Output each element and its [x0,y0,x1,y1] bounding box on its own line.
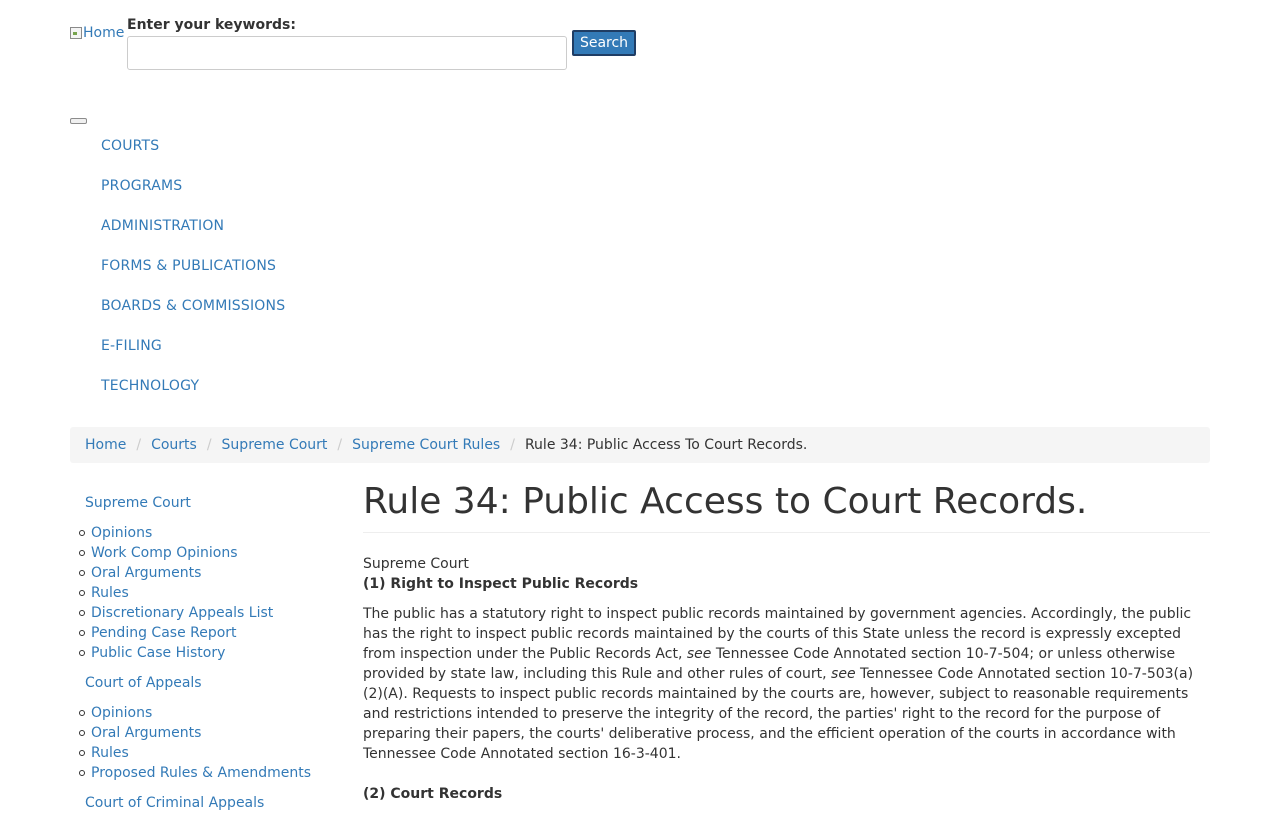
sidebar-link-pending-case-report[interactable]: Pending Case Report [91,625,237,641]
search-input[interactable] [127,36,567,70]
nav-item-boards-commissions: BOARDS & COMMISSIONS [101,296,285,336]
breadcrumb-separator: / [510,437,515,453]
main-content: Rule 34: Public Access to Court Records.… [363,480,1210,804]
sidebar-group-court-of-appeals: Court of Appeals Opinions Oral Arguments… [70,673,340,783]
breadcrumb-separator: / [206,437,212,453]
nav-link-technology[interactable]: TECHNOLOGY [101,378,199,394]
page-title: Rule 34: Public Access to Court Records. [363,480,1210,533]
sidebar-link-proposed-rules-amendments[interactable]: Proposed Rules & Amendments [91,765,311,781]
sidebar-link-oral-arguments[interactable]: Oral Arguments [91,565,201,581]
nav-item-e-filing: E-FILING [101,336,285,376]
nav-link-courts[interactable]: COURTS [101,138,159,154]
nav-link-e-filing[interactable]: E-FILING [101,338,162,354]
sidebar-link-oral-arguments[interactable]: Oral Arguments [91,725,201,741]
list-item: Public Case History [79,643,340,663]
rule-paragraph: The public has a statutory right to insp… [363,604,1210,764]
sidebar-list-court-of-appeals: Opinions Oral Arguments Rules Proposed R… [70,703,340,783]
main-nav: COURTS PROGRAMS ADMINISTRATION FORMS & P… [101,136,285,416]
home-logo-alt-text: Home [83,25,125,41]
list-item: Opinions [79,703,340,723]
nav-toggle-button[interactable] [70,118,87,124]
breadcrumb-supreme-court[interactable]: Supreme Court [222,437,328,453]
section-heading-court-records: (2) Court Records [363,786,503,802]
nav-item-courts: COURTS [101,136,285,176]
sidebar-heading-court-of-appeals[interactable]: Court of Appeals [70,673,340,693]
list-item: Pending Case Report [79,623,340,643]
list-item: Rules [79,743,340,763]
sidebar-link-work-comp-opinions[interactable]: Work Comp Opinions [91,545,238,561]
list-item: Opinions [79,523,340,543]
sidebar-heading-court-of-criminal-appeals[interactable]: Court of Criminal Appeals [70,793,340,813]
paragraph-emphasis-see: see [831,666,856,682]
sidebar-link-public-case-history[interactable]: Public Case History [91,645,225,661]
sidebar-link-opinions[interactable]: Opinions [91,705,152,721]
sidebar-link-rules[interactable]: Rules [91,745,129,761]
list-item: Work Comp Opinions [79,543,340,563]
paragraph-emphasis-see: see [686,646,712,662]
sidebar-group-supreme-court: Supreme Court Opinions Work Comp Opinion… [70,493,340,663]
search-label: Enter your keywords: [127,17,296,33]
sidebar-link-opinions[interactable]: Opinions [91,525,152,541]
breadcrumb-separator: / [337,437,343,453]
section-heading-right-to-inspect: (1) Right to Inspect Public Records [363,576,639,592]
sidebar-group-court-of-criminal-appeals: Court of Criminal Appeals [70,793,340,813]
breadcrumb-current: Rule 34: Public Access To Court Records. [524,437,808,453]
breadcrumb-courts[interactable]: Courts [151,437,197,453]
nav-link-programs[interactable]: PROGRAMS [101,178,182,194]
breadcrumb-separator: / [136,437,142,453]
list-item: Oral Arguments [79,723,340,743]
sidebar-list-supreme-court: Opinions Work Comp Opinions Oral Argumen… [70,523,340,663]
list-item: Oral Arguments [79,563,340,583]
list-item: Proposed Rules & Amendments [79,763,340,783]
search-button[interactable]: Search [572,30,636,56]
nav-item-programs: PROGRAMS [101,176,285,216]
sidebar-heading-supreme-court[interactable]: Supreme Court [70,493,340,513]
court-label: Supreme Court [363,556,469,572]
list-item: Discretionary Appeals List [79,603,340,623]
sidebar: Supreme Court Opinions Work Comp Opinion… [70,493,340,823]
nav-item-technology: TECHNOLOGY [101,376,285,416]
nav-item-administration: ADMINISTRATION [101,216,285,256]
broken-image-icon [70,27,82,39]
nav-link-administration[interactable]: ADMINISTRATION [101,218,224,234]
home-logo-link[interactable]: Home [70,25,124,41]
sidebar-link-rules[interactable]: Rules [91,585,129,601]
breadcrumb-home[interactable]: Home [85,437,126,453]
sidebar-link-discretionary-appeals-list[interactable]: Discretionary Appeals List [91,605,273,621]
breadcrumb-supreme-court-rules[interactable]: Supreme Court Rules [352,437,500,453]
nav-link-boards-commissions[interactable]: BOARDS & COMMISSIONS [101,298,285,314]
nav-item-forms-publications: FORMS & PUBLICATIONS [101,256,285,296]
nav-link-forms-publications[interactable]: FORMS & PUBLICATIONS [101,258,276,274]
breadcrumb: Home / Courts / Supreme Court / Supreme … [70,427,1210,463]
list-item: Rules [79,583,340,603]
